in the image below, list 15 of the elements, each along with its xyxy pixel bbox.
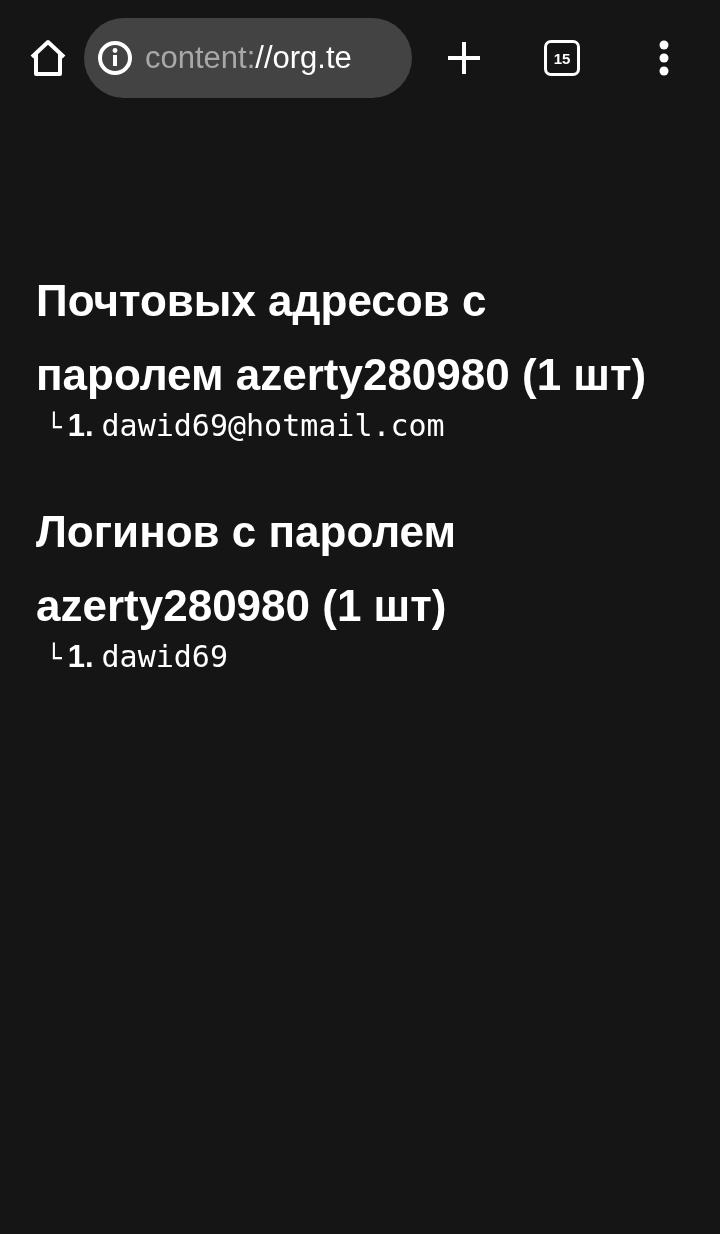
info-icon[interactable]	[97, 40, 133, 76]
item-value: dawid69	[101, 638, 228, 676]
more-options-icon[interactable]	[658, 40, 670, 76]
section-heading: Логинов с паролем azerty280980 (1 шт)	[36, 506, 458, 632]
item-number: 1.	[67, 638, 94, 676]
home-icon[interactable]	[28, 39, 68, 77]
new-tab-icon[interactable]	[447, 41, 481, 75]
tab-count[interactable]: 15	[544, 40, 580, 76]
address-bar[interactable]: content://org.te	[84, 18, 412, 98]
item-value: dawid69@hotmail.com	[101, 407, 445, 445]
section-heading: Почтовых адресов с паролем azerty280980 (1 шт)	[36, 275, 648, 401]
tree-branch: └	[46, 410, 62, 444]
tree-branch: └	[46, 641, 62, 675]
url-text: content://org.te	[145, 40, 352, 76]
item-number: 1.	[67, 407, 94, 445]
